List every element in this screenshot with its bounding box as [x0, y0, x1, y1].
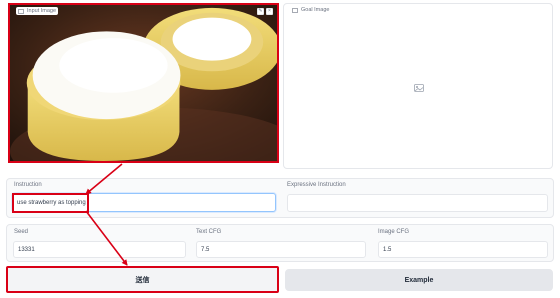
- input-image: [10, 5, 277, 161]
- image-tools: ✎ ×: [257, 8, 273, 15]
- image-icon: [18, 8, 24, 14]
- input-image-panel[interactable]: Input Image ✎ ×: [8, 3, 279, 163]
- image-placeholder-icon: [414, 84, 424, 92]
- submit-button[interactable]: 送信: [6, 266, 279, 293]
- example-button[interactable]: Example: [285, 269, 553, 291]
- image-cfg-label: Image CFG: [378, 229, 410, 235]
- goal-image-panel: Goal Image: [283, 3, 553, 169]
- expressive-instruction-label: Expressive Instruction: [287, 182, 346, 188]
- close-icon[interactable]: ×: [266, 8, 273, 15]
- text-cfg-label: Text CFG: [196, 229, 222, 235]
- image-cfg-input[interactable]: 1.5: [378, 241, 548, 258]
- input-image-label-text: Input Image: [27, 8, 57, 14]
- text-cfg-input[interactable]: 7.5: [196, 241, 366, 258]
- goal-image-label: Goal Image: [290, 6, 332, 14]
- goal-image-label-text: Goal Image: [301, 7, 330, 13]
- seed-label: Seed: [14, 229, 29, 235]
- input-image-label: Input Image: [16, 7, 59, 15]
- instruction-highlight: [12, 193, 89, 213]
- image-icon: [292, 7, 298, 13]
- instruction-label: Instruction: [14, 182, 42, 188]
- seed-input[interactable]: 13331: [13, 241, 186, 258]
- expressive-instruction-input[interactable]: [287, 194, 548, 212]
- edit-icon[interactable]: ✎: [257, 8, 264, 15]
